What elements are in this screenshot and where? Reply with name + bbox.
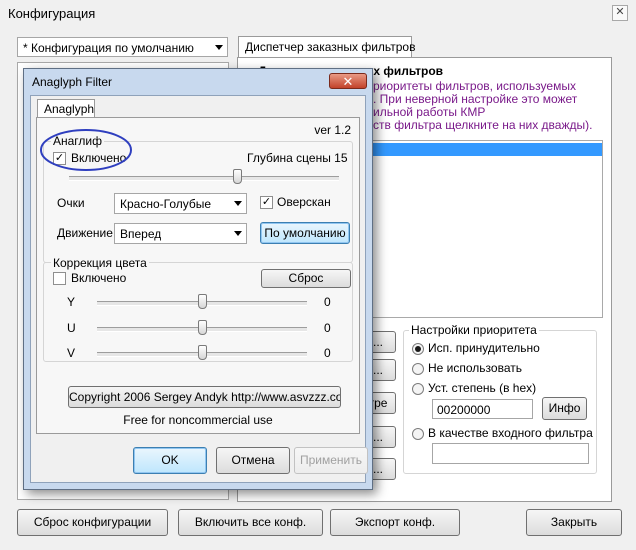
window-close-button[interactable]: ✕ [612,5,628,21]
anaglyph-dialog: Anaglyph Filter ✕ Anaglyph ver 1.2 Анагл… [23,68,373,490]
motion-label: Движение [57,226,113,240]
color-reset-button[interactable]: Сброс [261,269,351,288]
version-label: ver 1.2 [314,123,351,137]
check-icon: ✓ [261,196,272,208]
input-filter-field[interactable] [432,443,589,464]
depth-slider-track[interactable] [69,176,339,181]
overscan-label: Оверскан [277,195,331,209]
channel-v-value: 0 [324,346,331,360]
radio-not-use-label: Не использовать [428,361,522,375]
channel-u-slider-thumb[interactable] [198,320,207,335]
selected-filter-row[interactable] [373,143,602,156]
color-correction-group-title: Коррекция цвета [51,256,149,270]
highlight-ellipse [40,129,132,171]
radio-input-filter-label: В качестве входного фильтра [428,426,593,440]
glasses-select-value: Красно-Голубые [120,197,212,211]
color-enabled-checkbox[interactable] [53,272,66,285]
color-enabled-label: Включено [71,271,127,285]
ok-button[interactable]: OK [133,447,207,474]
apply-button[interactable]: Применить [294,447,368,474]
tab-anaglyph[interactable]: Anaglyph [37,99,95,118]
depth-label: Глубина сцены 15 [247,151,348,165]
radio-force[interactable] [412,343,424,355]
config-select-value: * Конфигурация по умолчанию [23,41,194,55]
channel-y-label: Y [67,295,76,309]
enable-all-button[interactable]: Включить все конф. [178,509,323,536]
tab-label: Anaglyph [44,102,95,116]
copyright-button[interactable]: Copyright 2006 Sergey Andyk http://www.a… [68,386,341,408]
chevron-down-icon [234,201,242,206]
dialog-body: Anaglyph ver 1.2 Анаглиф ✓ Включено Глуб… [30,95,368,483]
radio-set-level-label: Уст. степень (в hex) [428,381,537,395]
desc-line: ств фильтра щелкните на них дважды). [373,118,593,132]
glasses-label: Очки [57,196,85,210]
config-select[interactable]: * Конфигурация по умолчанию [17,37,228,57]
hex-input[interactable]: 00200000 [432,399,533,419]
channel-y-slider-thumb[interactable] [198,294,207,309]
close-icon: ✕ [615,6,625,18]
dialog-close-button[interactable]: ✕ [329,73,367,89]
tab-page: ver 1.2 Анаглиф ✓ Включено Глубина сцены… [36,117,360,434]
hex-input-value: 00200000 [437,403,491,417]
radio-not-use[interactable] [412,363,424,375]
radio-set-level[interactable] [412,383,424,395]
cancel-button[interactable]: Отмена [216,447,290,474]
priority-group-title: Настройки приоритета [409,323,539,337]
chevron-down-icon [234,231,242,236]
reset-config-button[interactable]: Сброс конфигурации [17,509,168,536]
tab-label: Диспетчер заказных фильтров [245,40,416,54]
info-button[interactable]: Инфо [542,397,587,420]
close-icon: ✕ [342,74,354,89]
filter-list[interactable] [372,140,603,318]
overscan-checkbox[interactable]: ✓ [260,196,273,209]
glasses-select[interactable]: Красно-Голубые [114,193,247,214]
dialog-title: Anaglyph Filter [32,75,113,89]
tab-filter-manager[interactable]: Диспетчер заказных фильтров [238,36,416,58]
channel-y-value: 0 [324,295,331,309]
chevron-down-icon [215,45,223,50]
radio-input-filter[interactable] [412,428,424,440]
filter-manager-description: риоритеты фильтров, используемых . При н… [373,80,592,132]
export-config-button[interactable]: Экспорт конф. [330,509,460,536]
radio-force-label: Исп. принудительно [428,341,540,355]
depth-slider-thumb[interactable] [233,169,242,184]
channel-u-value: 0 [324,321,331,335]
channel-v-slider-thumb[interactable] [198,345,207,360]
motion-select[interactable]: Вперед [114,223,247,244]
channel-v-label: V [67,346,76,360]
channel-u-label: U [67,321,76,335]
motion-select-value: Вперед [120,227,162,241]
default-button[interactable]: По умолчанию [260,222,350,244]
license-text: Free for noncommercial use [123,413,273,427]
close-button[interactable]: Закрыть [526,509,622,536]
window-title: Конфигурация [8,6,96,21]
